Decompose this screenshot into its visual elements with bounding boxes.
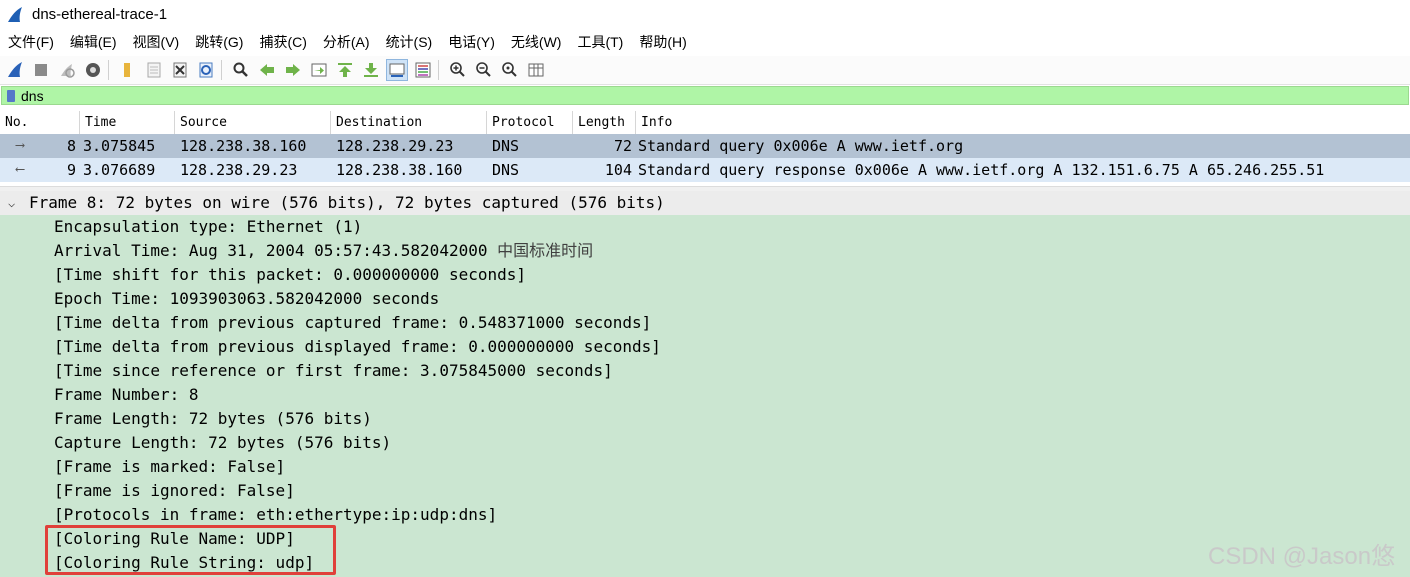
- detail-line-time-shift[interactable]: [Time shift for this packet: 0.000000000…: [54, 263, 526, 287]
- zoom-normal-icon[interactable]: [499, 59, 521, 81]
- detail-line-marked[interactable]: [Frame is marked: False]: [54, 455, 285, 479]
- resize-columns-icon[interactable]: [525, 59, 547, 81]
- packet-source: 128.238.38.160: [180, 137, 307, 155]
- packet-destination: 128.238.29.23: [336, 137, 454, 155]
- detail-line-delta-displayed[interactable]: [Time delta from previous displayed fram…: [54, 335, 661, 359]
- packet-time: 3.076689: [83, 161, 156, 179]
- start-capture-icon[interactable]: [4, 59, 26, 81]
- menu-telephony[interactable]: 电话(Y): [440, 29, 503, 55]
- capture-options-icon[interactable]: [82, 59, 104, 81]
- arrival-time-value: Arrival Time: Aug 31, 2004 05:57:43.5820…: [54, 241, 488, 260]
- stop-capture-icon[interactable]: [30, 59, 52, 81]
- find-packet-icon[interactable]: [230, 59, 252, 81]
- colorize-icon[interactable]: [412, 59, 434, 81]
- packet-row[interactable]: ⟵ 9 3.076689 128.238.29.23 128.238.38.16…: [0, 158, 1410, 182]
- detail-line-arrival-time[interactable]: Arrival Time: Aug 31, 2004 05:57:43.5820…: [54, 239, 593, 263]
- column-header-time[interactable]: Time: [80, 111, 175, 134]
- detail-line-delta-captured[interactable]: [Time delta from previous captured frame…: [54, 311, 651, 335]
- packet-info: Standard query 0x006e A www.ietf.org: [638, 137, 964, 155]
- frame-summary: Frame 8: 72 bytes on wire (576 bits), 72…: [29, 193, 665, 212]
- last-packet-icon[interactable]: [360, 59, 382, 81]
- detail-line-time-since-ref[interactable]: [Time since reference or first frame: 3.…: [54, 359, 613, 383]
- menu-analyze[interactable]: 分析(A): [315, 29, 378, 55]
- display-filter-bar: [1, 86, 1409, 105]
- menu-file[interactable]: 文件(F): [0, 29, 62, 55]
- menu-edit[interactable]: 编辑(E): [62, 29, 125, 55]
- packet-details-pane: ⌵ Frame 8: 72 bytes on wire (576 bits), …: [0, 191, 1410, 577]
- toolbar-separator: [108, 60, 109, 80]
- collapse-chevron-icon[interactable]: ⌵: [8, 191, 22, 215]
- toolbar-separator: [221, 60, 222, 80]
- menu-view[interactable]: 视图(V): [125, 29, 188, 55]
- response-arrow-icon: ⟵: [16, 162, 24, 177]
- restart-capture-icon[interactable]: [56, 59, 78, 81]
- wireshark-fin-icon: [8, 6, 22, 22]
- highlight-box: [45, 525, 336, 575]
- main-toolbar: [0, 56, 1410, 85]
- toolbar-separator: [438, 60, 439, 80]
- packet-no: 9: [66, 161, 76, 179]
- detail-line-encapsulation[interactable]: Encapsulation type: Ethernet (1): [54, 215, 362, 239]
- menu-go[interactable]: 跳转(G): [187, 29, 251, 55]
- packet-length: 104: [604, 161, 632, 179]
- packet-length: 72: [613, 137, 632, 155]
- arrival-time-zone: 中国标准时间: [497, 241, 594, 260]
- column-header-info[interactable]: Info: [636, 111, 1410, 134]
- menu-wireless[interactable]: 无线(W): [503, 29, 570, 55]
- packet-no-cell: ⟶ 8: [0, 134, 80, 158]
- packet-source: 128.238.29.23: [180, 161, 298, 179]
- frame-tree-item[interactable]: ⌵ Frame 8: 72 bytes on wire (576 bits), …: [0, 191, 1410, 215]
- open-file-icon[interactable]: [117, 59, 139, 81]
- watermark: CSDN @Jason悠: [1208, 543, 1396, 570]
- column-header-destination[interactable]: Destination: [331, 111, 487, 134]
- column-header-protocol[interactable]: Protocol: [487, 111, 573, 134]
- packet-info: Standard query response 0x006e A www.iet…: [638, 161, 1325, 179]
- packet-protocol: DNS: [492, 161, 520, 179]
- column-header-length[interactable]: Length: [573, 111, 636, 134]
- menu-capture[interactable]: 捕获(C): [251, 29, 314, 55]
- column-header-source[interactable]: Source: [175, 111, 331, 134]
- column-header-no[interactable]: No.: [0, 111, 80, 134]
- go-back-icon[interactable]: [256, 59, 278, 81]
- detail-line-ignored[interactable]: [Frame is ignored: False]: [54, 479, 295, 503]
- detail-line-frame-length[interactable]: Frame Length: 72 bytes (576 bits): [54, 407, 372, 431]
- reload-file-icon[interactable]: [195, 59, 217, 81]
- auto-scroll-icon[interactable]: [386, 59, 408, 81]
- title-bar: dns-ethereal-trace-1: [0, 0, 1410, 29]
- go-to-packet-icon[interactable]: [308, 59, 330, 81]
- filter-bookmark-icon[interactable]: [7, 89, 15, 102]
- packet-protocol: DNS: [492, 137, 520, 155]
- detail-line-frame-number[interactable]: Frame Number: 8: [54, 383, 199, 407]
- first-packet-icon[interactable]: [334, 59, 356, 81]
- menu-tools[interactable]: 工具(T): [569, 29, 631, 55]
- detail-line-protocols[interactable]: [Protocols in frame: eth:ethertype:ip:ud…: [54, 503, 497, 527]
- menu-bar: 文件(F) 编辑(E) 视图(V) 跳转(G) 捕获(C) 分析(A) 统计(S…: [0, 29, 1410, 55]
- zoom-out-icon[interactable]: [473, 59, 495, 81]
- request-arrow-icon: ⟶: [16, 138, 24, 153]
- packet-no: 8: [66, 137, 76, 155]
- packet-row[interactable]: ⟶ 8 3.075845 128.238.38.160 128.238.29.2…: [0, 134, 1410, 158]
- packet-time: 3.075845: [83, 137, 156, 155]
- window-title: dns-ethereal-trace-1: [32, 6, 168, 23]
- menu-help[interactable]: 帮助(H): [631, 29, 694, 55]
- display-filter-input[interactable]: [21, 87, 1321, 104]
- menu-statistics[interactable]: 统计(S): [378, 29, 441, 55]
- go-forward-icon[interactable]: [282, 59, 304, 81]
- detail-line-capture-length[interactable]: Capture Length: 72 bytes (576 bits): [54, 431, 391, 455]
- detail-line-epoch-time[interactable]: Epoch Time: 1093903063.582042000 seconds: [54, 287, 439, 311]
- zoom-in-icon[interactable]: [447, 59, 469, 81]
- packet-destination: 128.238.38.160: [336, 161, 463, 179]
- packet-no-cell: ⟵ 9: [0, 158, 80, 182]
- close-file-icon[interactable]: [169, 59, 191, 81]
- packet-list-header: No. Time Source Destination Protocol Len…: [0, 111, 1410, 135]
- save-file-icon[interactable]: [143, 59, 165, 81]
